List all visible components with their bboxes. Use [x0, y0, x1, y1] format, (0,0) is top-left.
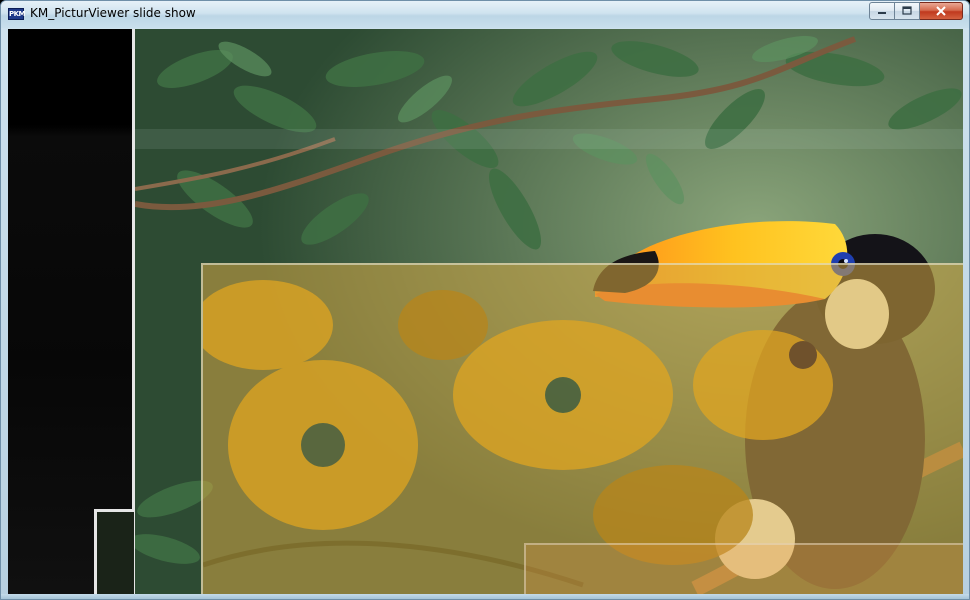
- transition-band: [135, 129, 963, 149]
- transition-inner-frame: [524, 543, 963, 594]
- minimize-button[interactable]: [869, 2, 895, 20]
- maximize-icon: [902, 6, 912, 15]
- app-window: PKM KM_PicturViewer slide show: [0, 0, 970, 600]
- window-bottom-border: [1, 594, 969, 599]
- transition-frame: [94, 509, 134, 594]
- title-bar[interactable]: PKM KM_PicturViewer slide show: [1, 1, 969, 28]
- close-button[interactable]: [920, 2, 963, 20]
- slide-image[interactable]: [135, 29, 963, 594]
- minimize-icon: [878, 12, 886, 14]
- caption-buttons: [869, 2, 963, 21]
- slideshow-client-area[interactable]: [8, 29, 963, 594]
- window-title: KM_PicturViewer slide show: [30, 6, 196, 20]
- close-icon: [936, 6, 946, 16]
- app-icon[interactable]: PKM: [8, 8, 26, 20]
- maximize-button[interactable]: [895, 2, 920, 20]
